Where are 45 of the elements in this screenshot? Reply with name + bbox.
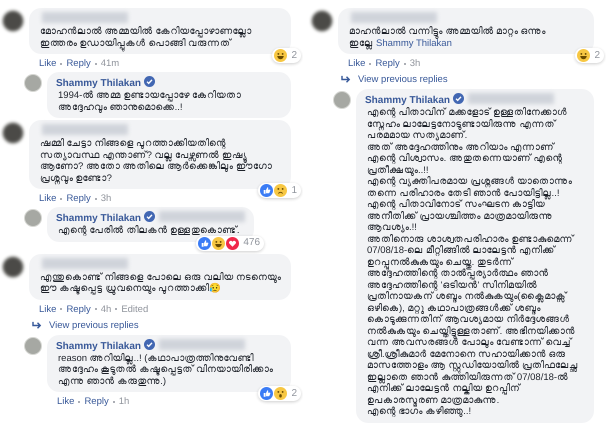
- comment-text: 1994-ൽ അമ്മ ഉണ്ടായപ്പോഴേ കേറിയതാ അദ്ദേഹവും ഞാനുമൊക്കെ..!: [58, 90, 242, 113]
- reaction-count: 2: [291, 50, 297, 62]
- avatar[interactable]: [311, 10, 333, 32]
- laughing-face-icon: [577, 49, 590, 62]
- author-name[interactable]: Shammy Thilakan: [365, 95, 450, 106]
- author-name[interactable]: Shammy Thilakan: [56, 78, 142, 89]
- comment-text: എന്റെ പിതാവിന് മക്കളോട് ഉള്ളതിനേക്കാൾ സ്നേഹം ലാലേട്ടനോടുണ്ടായിരുന്നു എന്നത് പരമമായ സത്യമാണ്. അത് അദ്ദേഹത്തിനും അറിയാം എന്നാണ് എന്റെ വിശ്വാസം. അതുതന്നെയാണ് എന്റെ പ്രതീക്ഷയും..!! എന്റെ വ്യക്തിപരമായ പ്രശ്നങ്ങൾ യാതൊന്നും തന്നെ പരിഹാരം തേടി ഞാൻ പോയിട്ടില്ല..! എന്റെ പിതാവിനോട് സംഘടന കാട്ടിയ അനീതിക്ക് പ്രായശ്ചിത്തം മാത്രമായിരുന്നു ആവശ്യം.!! അതിനൊരു ശാശ്വതപരിഹാരം ഉണ്ടാകുമെന്ന് 07/08/18-ലെ മീറ്റിങ്ങിൽ ലാലേട്ടൻ എനിക്ക് ഉറപ്പുനൽകുകയും ചെയ്തു. തുടർന്ന് അദ്ദേഹത്തിന്റെ താൽപ്പര്യാർത്ഥം ഞാൻ അദ്ദേഹത്തിന്റെ 'ഒടിയൻ' സിനിമയിൽ പ്രതിനായകന് ശബ്ദം നൽകുകയും(ക്ലൈമാക്സ് ഒഴികെ), മറ്റു കഥാപാത്രങ്ങൾക്ക് ശബ്ദം കൊടുക്കുന്നതിന് ആവശ്യമായ നിർദ്ദേശങ്ങൾ നൽകുകയും ചെയ്തിട്ടുള്ളതാണ്. അഭിനയിക്കാൻ വന്ന അവസരങ്ങൾ പോലും വേണ്ടാന്ന് വെച്ച് ശ്രീ.ശ്രീകുമാർ മേനോനെ സഹായിക്കാൻ ഒരു മാസത്തോളം ആ സ്റ്റുഡിയോയിൽ പ്രതിഫലേച്ഛ ഇല്ലാതെ ഞാൻ കുത്തിയിരുന്നത് 07/08/18-ൽ എനിക്ക് ലാലേട്ടൻ നല്കിയ ഉറപ്പിന് ഉപകാരസ്മരണ മാത്രമാകുന്നു. എന്റെ ഭാഗം കഴിഞ്ഞു..!: [367, 107, 579, 418]
- comment-action-link[interactable]: Reply: [66, 304, 91, 314]
- surprised-face-icon: [274, 387, 288, 400]
- avatar[interactable]: [2, 256, 24, 278]
- like-icon: [260, 184, 274, 197]
- like-icon: [260, 387, 274, 400]
- author-name[interactable]: Shammy Thilakan: [56, 340, 142, 352]
- comment-action-link[interactable]: Like: [57, 396, 74, 407]
- comment-action-link[interactable]: Reply: [66, 58, 91, 69]
- comment-text: എന്റെ പേരിൽ തിലകൻ ഉള്ളതുകൊണ്ട്.: [58, 225, 241, 236]
- like-icon: [198, 236, 212, 250]
- laughing-face-icon: [212, 236, 226, 250]
- comment-text: മാഹൻലാൽ വന്നിട്ടും അമ്മയിൽ മാറ്റം ഒന്നും ഇല്ലേ Shammy Thilakan: [349, 26, 547, 49]
- view-replies-link[interactable]: View previous replies: [358, 74, 448, 85]
- reaction-count: 1: [291, 184, 297, 196]
- laughing-face-icon: [274, 49, 288, 62]
- comment-action-link[interactable]: Reply: [84, 396, 109, 407]
- avatar[interactable]: [2, 10, 24, 32]
- avatar[interactable]: [2, 122, 24, 144]
- mention-link[interactable]: Shammy Thilakan: [376, 38, 452, 48]
- comment-action-link[interactable]: Reply: [66, 193, 91, 204]
- reaction-count: 476: [243, 237, 260, 249]
- comment-action-link[interactable]: Like: [39, 193, 56, 204]
- comment-text: reason അറിയില്ല..! (കഥാപാത്രത്തിനുവേണ്ടി അദ്ദേഹം കൂടുതൽ കഷ്ടപ്പെട്ടത് വിനയായിരിക്കാം എന്നു ഞാൻ കരുതുന്നു.): [58, 352, 274, 387]
- author-name[interactable]: Shammy Thilakan: [56, 213, 142, 224]
- reply-arrow-icon: [341, 75, 352, 84]
- edited-label: Edited: [121, 304, 148, 314]
- reply-arrow-icon: [32, 320, 43, 330]
- comment-action-link[interactable]: Like: [39, 304, 56, 314]
- comment-text: ഷമ്മി ചേട്ടാ നിങ്ങളെ പുറത്താക്കിയതിന്റെ സത്യാവസ്ഥ എന്താണ്? വല്ല പേഴ്സണൽ ഇഷ്യൂ ആണോ? അതോ അതിലെ ആർക്കെങ്കിലും ഈഗോ പ്രശ്നവും ഉണ്ടോ?: [40, 138, 273, 184]
- comment-text: എന്തുകൊണ്ട് നിങ്ങളെ പോലെ ഒരു വലിയ നടനെയും ഈ കഷ്ടപ്പെട്ട ധ്രുവനെയും പുറത്താക്കി😥: [40, 272, 282, 294]
- comment-action-link[interactable]: Reply: [375, 58, 400, 69]
- reaction-count: 2: [594, 50, 600, 62]
- reaction-count: 2: [291, 388, 297, 400]
- view-replies-link[interactable]: View previous replies: [49, 320, 139, 330]
- comment-text: മോഹൻലാൽ അമ്മയിൽ കേറിയപ്പോഴാണല്ലോ ഇത്തരം ഉഡായിപ്പുകൾ പൊങ്ങി വരുന്നത്: [40, 26, 282, 49]
- crying-face-icon: [274, 184, 288, 197]
- comment-action-link[interactable]: Like: [39, 58, 56, 69]
- comment-action-link[interactable]: Like: [348, 58, 366, 69]
